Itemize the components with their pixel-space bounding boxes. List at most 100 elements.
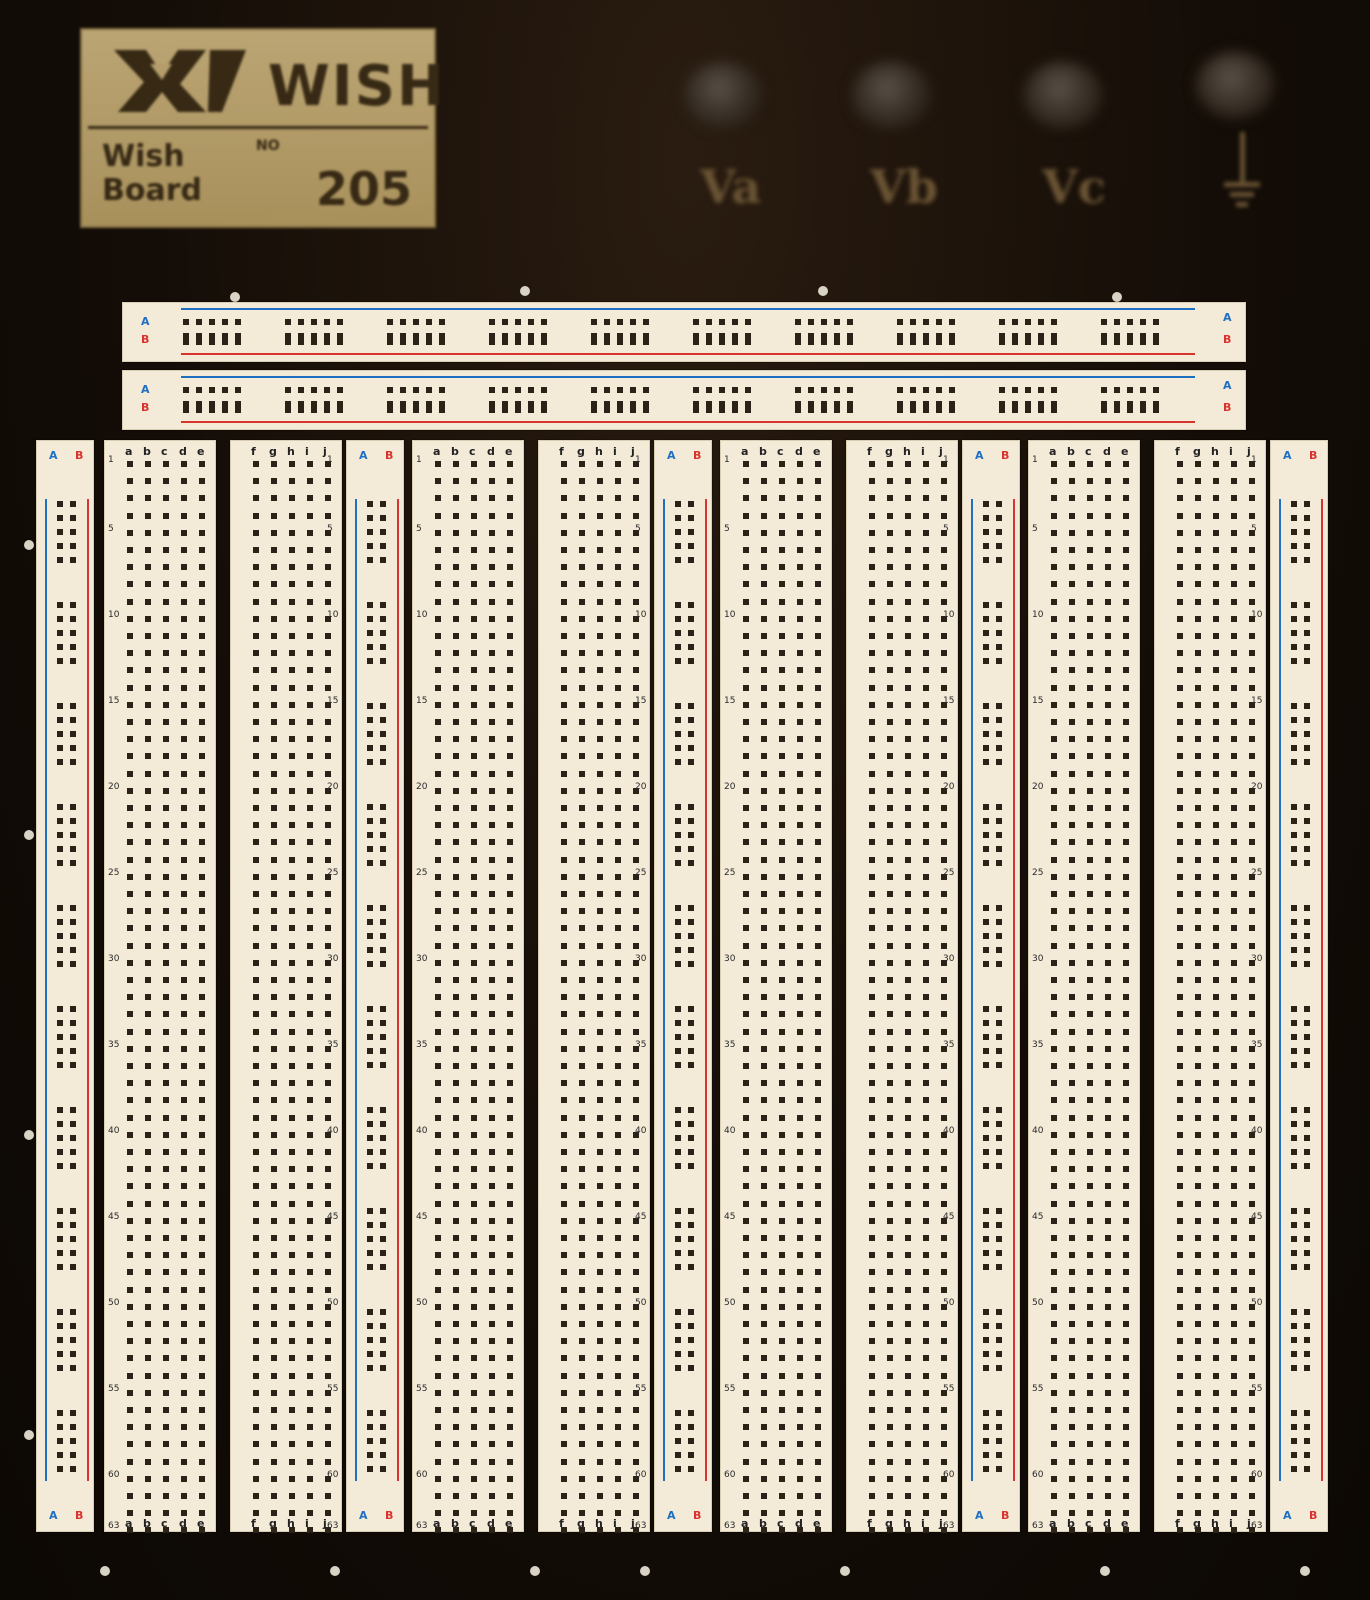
hole <box>869 461 875 467</box>
hole <box>761 1114 767 1121</box>
hole <box>70 905 76 911</box>
hole <box>597 770 603 777</box>
hole <box>815 633 821 639</box>
hole <box>1153 407 1159 413</box>
hole <box>905 1011 911 1018</box>
hole <box>1304 1020 1310 1026</box>
hole <box>163 1114 169 1121</box>
vertical-power-rail-5[interactable]: ABAB <box>1270 440 1328 1532</box>
hole <box>367 1351 373 1357</box>
hole <box>1304 630 1310 636</box>
hole <box>1304 818 1310 824</box>
hole <box>367 832 373 838</box>
hole <box>761 1458 767 1465</box>
hole <box>1105 1166 1111 1173</box>
hole <box>815 1389 821 1396</box>
hole <box>324 339 330 345</box>
terminal-strip-2[interactable]: f f g g h h i i j j 1 5 10 15 20 25 30 35 40 45 50 55 60 63 <box>230 440 342 1534</box>
hole <box>579 701 585 708</box>
hole <box>380 759 386 765</box>
terminal-strip-1[interactable]: a a b b c c d d e e 1 5 10 15 20 25 30 35 40 45 50 55 60 63 <box>104 440 216 1534</box>
hole <box>1213 994 1219 1001</box>
terminal-strip-7[interactable]: a a b b c c d d e e 1 5 10 15 20 25 30 35 40 45 50 55 60 63 <box>1028 440 1140 1534</box>
hole <box>1123 959 1129 966</box>
hole <box>1051 387 1057 393</box>
hole <box>70 933 76 939</box>
hole <box>163 1097 169 1104</box>
terminal-strip-6[interactable]: f f g g h h i i j j 1 5 10 15 20 25 30 35 40 45 50 55 60 63 <box>846 440 958 1534</box>
hole <box>761 942 767 949</box>
hole <box>869 1131 875 1138</box>
hole <box>887 1149 893 1155</box>
hole <box>941 1510 947 1517</box>
hole <box>615 1028 621 1035</box>
hole <box>199 1286 205 1293</box>
vertical-power-rail-2[interactable]: ABAB <box>346 440 404 1532</box>
hole <box>70 1208 76 1214</box>
hole <box>453 839 459 846</box>
vertical-power-rail-4[interactable]: ABAB <box>962 440 1020 1532</box>
binding-post-ground[interactable] <box>1196 52 1274 118</box>
hole <box>471 1183 477 1190</box>
terminal-strip-3[interactable]: a a b b c c d d e e 1 5 10 15 20 25 30 35 40 45 50 55 60 63 <box>412 440 524 1534</box>
hole <box>181 512 187 519</box>
binding-post-va[interactable] <box>684 62 762 128</box>
logo-plate: WISH Wish Board NO 205 <box>80 28 444 228</box>
mounting-tab <box>530 1566 540 1576</box>
hole <box>1213 1097 1219 1104</box>
vertical-power-rail-3[interactable]: ABAB <box>654 440 712 1532</box>
binding-post-vb[interactable] <box>852 62 930 128</box>
terminal-strip-5[interactable]: a a b b c c d d e e 1 5 10 15 20 25 30 35 40 45 50 55 60 63 <box>720 440 832 1534</box>
hole <box>1291 717 1297 723</box>
hole <box>1249 1011 1255 1018</box>
hole <box>615 1045 621 1052</box>
hole <box>1051 1475 1057 1482</box>
hole <box>983 745 989 751</box>
hole <box>905 1338 911 1345</box>
hole <box>163 1045 169 1052</box>
hole <box>597 1372 603 1379</box>
horizontal-power-rail-2[interactable]: ABAB <box>122 370 1246 430</box>
hole <box>181 1527 187 1534</box>
hole <box>199 512 205 519</box>
hole <box>923 1252 929 1259</box>
hole <box>779 1097 785 1104</box>
binding-post-vc[interactable] <box>1024 62 1102 128</box>
hole <box>1231 1424 1237 1431</box>
hole <box>1304 1438 1310 1444</box>
hole <box>561 1114 567 1121</box>
hole <box>1087 908 1093 915</box>
hole <box>630 407 636 413</box>
hole <box>1105 1286 1111 1293</box>
hole <box>1177 908 1183 915</box>
hole <box>253 822 259 829</box>
mounting-tab <box>1112 292 1122 302</box>
hole <box>797 1131 803 1138</box>
horizontal-power-rail-1[interactable]: ABAB <box>122 302 1246 362</box>
hole <box>887 839 893 846</box>
hole <box>271 1045 277 1052</box>
hole <box>253 1200 259 1207</box>
hole <box>797 701 803 708</box>
hole <box>127 942 133 949</box>
hole <box>887 1527 893 1534</box>
hole <box>507 478 513 485</box>
terminal-strip-8[interactable]: f f g g h h i i j j 1 5 10 15 20 25 30 35 40 45 50 55 60 63 <box>1154 440 1266 1534</box>
hole <box>1231 994 1237 1001</box>
vertical-power-rail-1[interactable]: ABAB <box>36 440 94 1532</box>
terminal-strip-4[interactable]: f f g g h h i i j j 1 5 10 15 20 25 30 35 40 45 50 55 60 63 <box>538 440 650 1534</box>
hole <box>70 745 76 751</box>
hole <box>579 1080 585 1087</box>
hole <box>1105 1355 1111 1362</box>
hole <box>1105 942 1111 949</box>
hole <box>1195 1407 1201 1413</box>
hole <box>633 994 639 1001</box>
row-number: 15 <box>724 695 736 706</box>
hole <box>1195 1028 1201 1035</box>
hole <box>761 977 767 983</box>
hole <box>426 387 432 393</box>
hole <box>1069 461 1075 467</box>
hole <box>325 633 331 639</box>
hole <box>1249 1493 1255 1499</box>
hole <box>325 1149 331 1155</box>
